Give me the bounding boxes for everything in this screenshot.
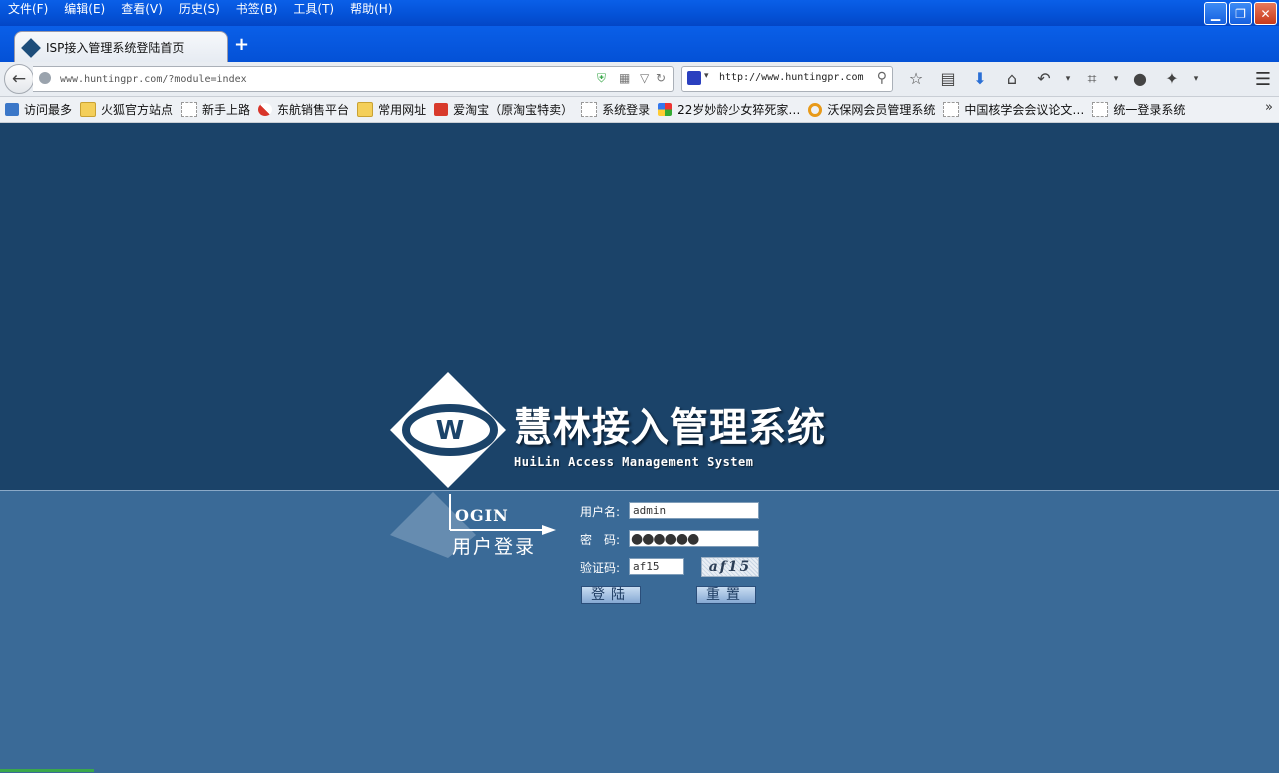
menu-bar: 文件(F) 编辑(E) 查看(V) 历史(S) 书签(B) 工具(T) 帮助(H… xyxy=(0,0,401,20)
taobao-icon xyxy=(434,103,449,116)
reload-icon[interactable]: ↻ xyxy=(656,71,666,85)
login-title-cn: 用户登录 xyxy=(452,536,537,558)
site-favicon-icon xyxy=(21,37,41,58)
title-bar: 文件(F) 编辑(E) 查看(V) 历史(S) 书签(B) 工具(T) 帮助(H… xyxy=(0,0,1279,26)
reset-button[interactable]: 重置 xyxy=(696,586,756,604)
page-icon xyxy=(181,102,198,117)
bookmark-item[interactable]: 爱淘宝（原淘宝特卖） xyxy=(434,101,573,118)
minimize-button[interactable]: ▁ xyxy=(1204,2,1227,25)
most-visited-icon xyxy=(5,103,19,116)
search-engine-icon[interactable] xyxy=(687,71,701,85)
folder-icon xyxy=(357,102,374,117)
bookmark-item[interactable]: 东航销售平台 xyxy=(258,101,349,118)
hamburger-menu-icon[interactable]: ☰ xyxy=(1255,69,1271,90)
tab-active[interactable]: ISP接入管理系统登陆首页 xyxy=(14,31,228,63)
menu-file[interactable]: 文件(F) xyxy=(8,0,48,20)
logo-letter: W xyxy=(436,416,465,446)
username-input[interactable] xyxy=(629,502,759,519)
menu-edit[interactable]: 编辑(E) xyxy=(64,0,105,20)
address-bar[interactable]: ⛨ ▦ ▽ ↻ xyxy=(33,66,674,92)
ring-logo-icon xyxy=(808,102,823,117)
huilin-logo-icon: W xyxy=(390,372,506,488)
reading-list-icon[interactable]: ▤ xyxy=(932,68,964,90)
nav-bar: ← ⛨ ▦ ▽ ↻ ▾ ⚲ ☆ ▤ ⬇ ⌂ ↶ ▾ ⌗ ▾ ● ✦ ▾ ☰ xyxy=(0,62,1279,97)
new-tab-button[interactable]: + xyxy=(234,34,249,55)
crop-icon[interactable]: ⌗ xyxy=(1076,68,1108,90)
chat-icon[interactable]: ● xyxy=(1124,68,1156,90)
tab-strip: ISP接入管理系统登陆首页 + xyxy=(0,26,1279,63)
search-input[interactable] xyxy=(717,71,871,84)
dropdown-icon[interactable]: ▽ xyxy=(640,71,649,85)
restore-button[interactable]: ❐ xyxy=(1229,2,1252,25)
tab-title: ISP接入管理系统登陆首页 xyxy=(46,41,185,55)
globe-icon xyxy=(39,72,51,84)
bookmarks-overflow-icon[interactable]: » xyxy=(1265,100,1273,115)
bookmarks-bar: 访问最多 火狐官方站点 新手上路 东航销售平台 常用网址 爱淘宝（原淘宝特卖） … xyxy=(0,97,1279,123)
password-label: 密 码: xyxy=(580,533,621,547)
bookmark-star-icon[interactable]: ☆ xyxy=(900,68,932,90)
brand-title-en: HuiLin Access Management System xyxy=(514,455,754,469)
login-button[interactable]: 登陆 xyxy=(581,586,641,604)
url-input[interactable] xyxy=(58,70,602,88)
menu-view[interactable]: 查看(V) xyxy=(121,0,163,20)
arrow-left-icon: ← xyxy=(11,69,27,89)
folder-icon xyxy=(80,102,97,117)
page-icon xyxy=(1092,102,1109,117)
back-button[interactable]: ← xyxy=(4,64,34,94)
chevron-down-icon[interactable]: ▾ xyxy=(704,71,709,81)
captcha-input[interactable] xyxy=(629,558,684,575)
crop-dropdown-icon[interactable]: ▾ xyxy=(1108,68,1124,90)
bookmark-item[interactable]: 统一登录系统 xyxy=(1092,101,1185,118)
news-site-icon xyxy=(658,103,673,116)
search-bar[interactable]: ▾ ⚲ xyxy=(681,66,893,92)
bookmark-item[interactable]: 新手上路 xyxy=(181,101,250,118)
menu-help[interactable]: 帮助(H) xyxy=(350,0,392,20)
brand-title-cn: 慧林接入管理系统 xyxy=(514,403,827,451)
menu-bookmarks[interactable]: 书签(B) xyxy=(236,0,278,20)
undo-icon[interactable]: ↶ xyxy=(1028,68,1060,90)
bookmark-item[interactable]: 沃保网会员管理系统 xyxy=(808,101,935,118)
page-icon xyxy=(943,102,960,117)
bookmark-item[interactable]: 22岁妙龄少女猝死家… xyxy=(658,101,800,118)
shield-icon[interactable]: ⛨ xyxy=(597,71,606,86)
menu-history[interactable]: 历史(S) xyxy=(179,0,220,20)
menu-tools[interactable]: 工具(T) xyxy=(293,0,334,20)
search-icon[interactable]: ⚲ xyxy=(877,70,887,86)
login-word: OGIN xyxy=(455,506,509,525)
bookmark-item[interactable]: 访问最多 xyxy=(5,101,72,118)
airline-logo-icon xyxy=(258,103,273,116)
password-mask: ●●●●●● xyxy=(631,531,699,547)
download-icon[interactable]: ⬇ xyxy=(964,68,996,90)
bookmark-item[interactable]: 中国核学会会议论文… xyxy=(943,101,1084,118)
toolbar-icons: ☆ ▤ ⬇ ⌂ ↶ ▾ ⌗ ▾ ● ✦ ▾ xyxy=(900,68,1204,90)
bookmark-item[interactable]: 系统登录 xyxy=(581,101,650,118)
extension-dropdown-icon[interactable]: ▾ xyxy=(1188,68,1204,90)
extension-icon[interactable]: ✦ xyxy=(1156,68,1188,90)
bookmark-item[interactable]: 火狐官方站点 xyxy=(80,101,173,118)
window-controls: ▁ ❐ ✕ xyxy=(1204,2,1277,25)
captcha-image[interactable]: af15 xyxy=(701,557,759,577)
close-button[interactable]: ✕ xyxy=(1254,2,1277,25)
undo-dropdown-icon[interactable]: ▾ xyxy=(1060,68,1076,90)
qr-code-icon[interactable]: ▦ xyxy=(619,71,630,85)
bookmark-item[interactable]: 常用网址 xyxy=(357,101,426,118)
home-icon[interactable]: ⌂ xyxy=(996,68,1028,90)
captcha-label: 验证码: xyxy=(580,561,621,575)
username-label: 用户名: xyxy=(580,505,621,519)
page-icon xyxy=(581,102,598,117)
